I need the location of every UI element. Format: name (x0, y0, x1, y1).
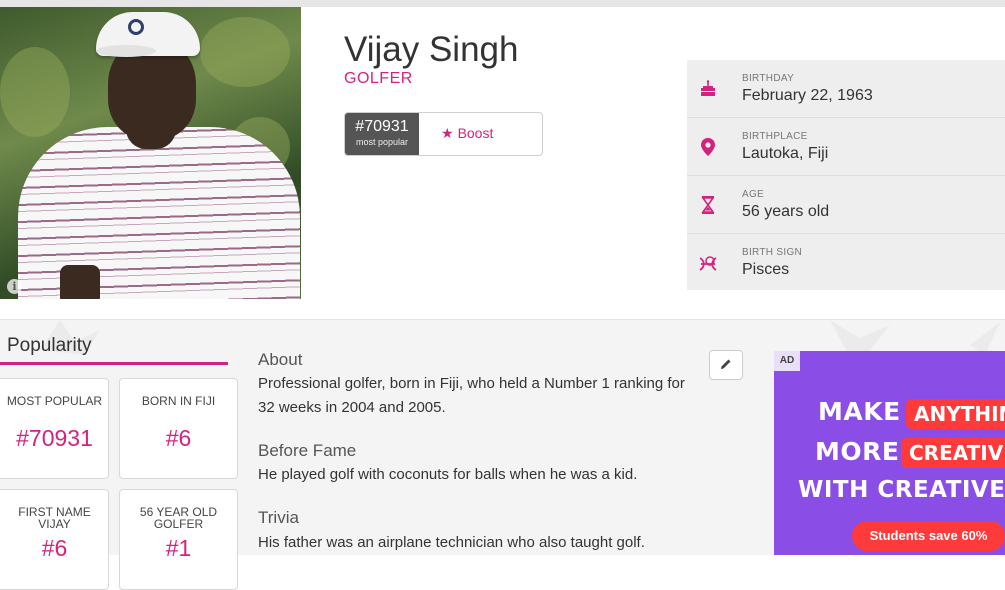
before-fame-heading: Before Fame (258, 441, 357, 460)
pisces-icon (697, 253, 719, 275)
cap-brim (96, 45, 156, 57)
about-text: Professional golfer, born in Fiji, who h… (258, 375, 685, 416)
stat-label-line2: VIJAY (38, 517, 71, 531)
about-heading: About (258, 350, 303, 369)
ad-line1-highlight: ANYTHIN (906, 399, 1005, 429)
fact-label: BIRTH SIGN (742, 247, 803, 258)
advertisement[interactable]: AD MAKE ANYTHIN MORE CREATIV WITH CREATI… (774, 351, 1005, 555)
boost-label: Boost (457, 125, 494, 141)
star-icon: ★ (441, 125, 454, 141)
stat-label: BORN IN FIJI (141, 394, 216, 408)
foliage (0, 47, 70, 137)
stat-value: #6 (41, 535, 68, 561)
before-fame-text: He played golf with coconuts for balls w… (258, 466, 638, 483)
fact-age: AGE 56 years old (687, 176, 1005, 234)
top-bar (0, 0, 1005, 7)
stat-value: #6 (165, 425, 192, 451)
profile-name: Vijay Singh (344, 30, 519, 69)
ad-tag: AD (774, 351, 800, 371)
ad-line2-highlight: CREATIV (901, 438, 1005, 468)
ad-line2-word: MORE (815, 437, 900, 466)
fact-birthday: BIRTHDAY February 22, 1963 (687, 60, 1005, 118)
info-icon[interactable]: i (7, 279, 22, 294)
fact-value[interactable]: February 22, 1963 (742, 87, 873, 105)
cap-logo (128, 19, 144, 35)
popularity-underline (0, 362, 228, 365)
popularity-title: Popularity (7, 335, 92, 356)
boost-button[interactable]: ★ Boost (441, 125, 493, 142)
stat-value: #1 (165, 535, 192, 561)
ad-cta-button[interactable]: Students save 60% (852, 521, 1005, 551)
trivia-heading: Trivia (258, 508, 299, 527)
stat-card-age-golfer[interactable]: 56 YEAR OLD GOLFER #1 (119, 489, 238, 590)
stat-card-born-in-fiji[interactable]: BORN IN FIJI #6 (119, 378, 238, 479)
location-pin-icon (697, 137, 719, 159)
edit-button[interactable] (709, 350, 743, 380)
ad-line3: WITH CREATIVE CL (798, 477, 1005, 503)
hourglass-icon (697, 195, 719, 217)
foliage (200, 17, 290, 87)
facts-panel: BIRTHDAY February 22, 1963 BIRTHPLACE La… (687, 60, 1005, 290)
rank-boost-widget: #70931 most popular ★ Boost (344, 112, 543, 156)
stat-label-line2: GOLFER (153, 517, 204, 531)
cake-icon (697, 79, 719, 101)
rank-label: most popular (355, 137, 409, 147)
fact-value[interactable]: Pisces (742, 261, 789, 279)
fact-label: BIRTHDAY (742, 73, 795, 84)
profession-link[interactable]: GOLFER (344, 70, 413, 88)
stat-card-most-popular[interactable]: MOST POPULAR #70931 (0, 378, 109, 479)
fact-value[interactable]: Lautoka, Fiji (742, 145, 828, 163)
trivia-text: His father was an airplane technician wh… (258, 534, 645, 551)
pencil-icon (720, 357, 732, 373)
fact-birthplace: BIRTHPLACE Lautoka, Fiji (687, 118, 1005, 176)
stat-value: #70931 (16, 425, 93, 451)
ad-line1-word: MAKE (818, 397, 901, 426)
rank-number: #70931 (355, 118, 409, 135)
fact-label: BIRTHPLACE (742, 131, 808, 142)
rank-badge[interactable]: #70931 most popular (345, 113, 419, 155)
stat-card-first-name[interactable]: FIRST NAME VIJAY #6 (0, 489, 109, 590)
profile-photo[interactable] (0, 7, 301, 299)
arm (60, 265, 100, 299)
fact-birth-sign: BIRTH SIGN Pisces (687, 234, 1005, 292)
stat-label: MOST POPULAR (6, 394, 103, 408)
fact-value: 56 years old (742, 203, 830, 220)
fact-label: AGE (742, 189, 765, 200)
